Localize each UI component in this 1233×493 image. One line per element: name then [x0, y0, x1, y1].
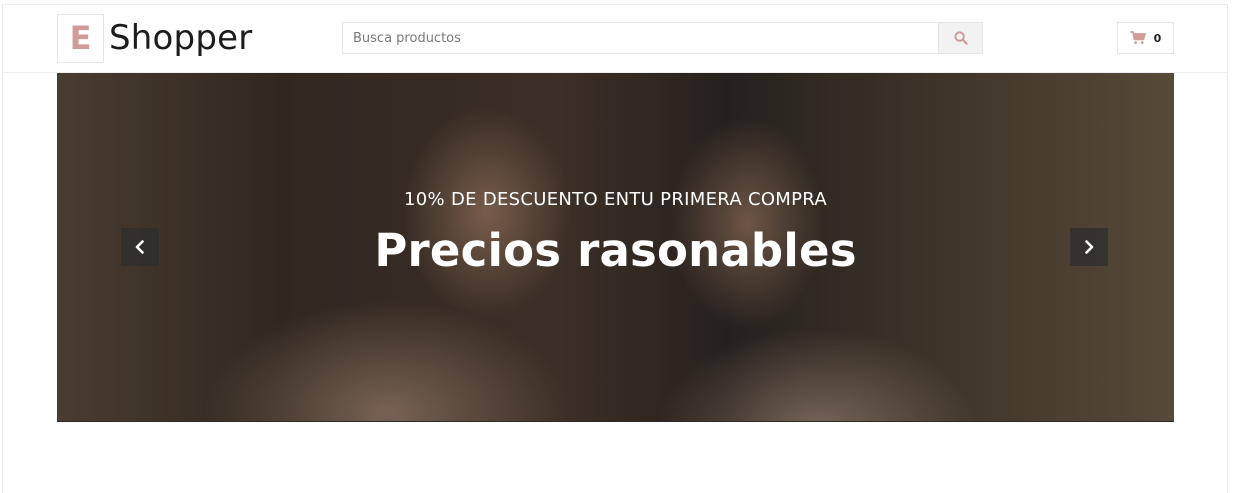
- hero-carousel: 10% DE DESCUENTO ENTU PRIMERA COMPRA Pre…: [57, 73, 1174, 422]
- search-bar: [342, 22, 983, 54]
- search-input[interactable]: [342, 22, 938, 54]
- chevron-left-icon: [135, 240, 144, 254]
- chevron-right-icon: [1085, 240, 1094, 254]
- shopping-cart-icon: [1130, 31, 1146, 44]
- site-logo[interactable]: E Shopper: [57, 13, 252, 63]
- cart-button[interactable]: 0: [1117, 22, 1174, 54]
- logo-letter: E: [57, 13, 104, 63]
- hero-border: [57, 421, 1174, 422]
- logo-text: Shopper: [109, 18, 253, 58]
- carousel-prev-button[interactable]: [121, 228, 159, 266]
- search-icon: [953, 31, 968, 45]
- hero-subtitle: 10% DE DESCUENTO ENTU PRIMERA COMPRA: [404, 189, 827, 210]
- hero-caption: 10% DE DESCUENTO ENTU PRIMERA COMPRA Pre…: [57, 73, 1174, 422]
- hero-title: Precios rasonables: [374, 224, 857, 277]
- carousel-next-button[interactable]: [1070, 228, 1108, 266]
- search-button[interactable]: [938, 22, 983, 54]
- cart-count: 0: [1153, 31, 1162, 45]
